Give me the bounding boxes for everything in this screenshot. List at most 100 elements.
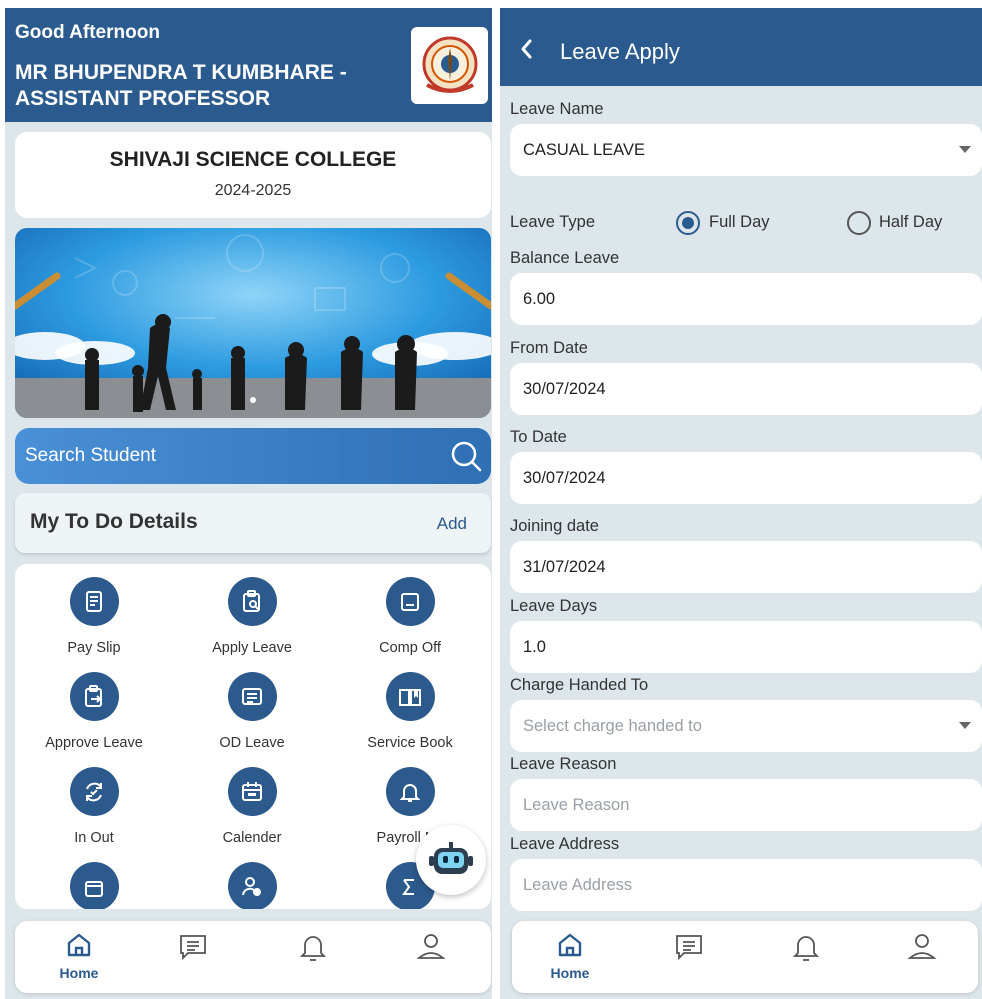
banner-carousel[interactable] [15, 228, 491, 418]
message-icon [180, 935, 206, 961]
tile-label: Approve Leave [45, 735, 143, 751]
half-day-label[interactable]: Half Day [879, 213, 942, 232]
full-day-label[interactable]: Full Day [709, 213, 770, 232]
home-header: Good Afternoon MR BHUPENDRA T KUMBHARE -… [5, 8, 492, 122]
nav-messages[interactable] [173, 931, 213, 985]
leave-address-label: Leave Address [510, 835, 620, 853]
tile-comp-off[interactable]: Comp Off [331, 577, 489, 656]
chatbot-button[interactable] [416, 825, 486, 895]
leave-type-label: Leave Type [510, 213, 596, 231]
tile-approve-leave[interactable]: Approve Leave [15, 672, 173, 751]
leave-reason-label: Leave Reason [510, 755, 617, 773]
academic-year: 2024-2025 [214, 182, 292, 199]
college-seal-icon [422, 36, 477, 93]
home-icon [67, 933, 91, 957]
chevron-down-icon [959, 722, 971, 729]
tile-partial[interactable] [15, 862, 173, 909]
calendar-icon [227, 767, 277, 816]
leave-address-placeholder: Leave Address [523, 876, 633, 894]
banner-image [15, 228, 491, 418]
joining-date-value: 31/07/2024 [523, 558, 606, 576]
chevron-down-icon [959, 146, 971, 153]
tile-service-book[interactable]: Service Book [331, 672, 489, 751]
from-date-value: 30/07/2024 [523, 380, 606, 398]
nav-messages[interactable] [669, 931, 709, 985]
message-icon [676, 935, 702, 961]
in-out-icon [69, 767, 119, 816]
to-date-value: 30/07/2024 [523, 469, 606, 487]
nav-notifications[interactable] [293, 931, 333, 985]
joining-date-label: Joining date [510, 517, 599, 535]
leave-name-dropdown[interactable]: CASUAL LEAVE [510, 124, 982, 176]
charge-handed-label: Charge Handed To [510, 676, 649, 694]
tile-label: Pay Slip [67, 640, 121, 656]
todo-card: My To Do Details Add [15, 493, 491, 553]
leave-type-row: Leave Type Full Day Half Day [510, 208, 982, 238]
tile-calendar[interactable]: Calender [173, 767, 331, 846]
from-date-label: From Date [510, 339, 588, 357]
college-name: SHIVAJI SCIENCE COLLEGE [109, 148, 397, 171]
charge-handed-dropdown[interactable]: Select charge handed to [510, 700, 982, 752]
leave-days-field[interactable]: 1.0 [510, 621, 982, 673]
to-date-label: To Date [510, 428, 567, 446]
bottom-nav: Home [512, 921, 978, 993]
todo-add-button[interactable]: Add [437, 514, 467, 534]
nav-profile[interactable] [411, 931, 451, 985]
search-student-bar[interactable]: Search Student [15, 428, 491, 484]
tile-od-leave[interactable]: OD Leave [173, 672, 331, 751]
apply-leave-icon [227, 577, 277, 626]
nav-home[interactable]: Home [550, 931, 590, 985]
leave-name-value: CASUAL LEAVE [523, 141, 645, 159]
bottom-nav: Home [15, 921, 491, 993]
robot-icon [429, 842, 473, 874]
bell-icon [792, 936, 820, 961]
tile-label: OD Leave [219, 735, 285, 751]
to-date-field[interactable]: 30/07/2024 [510, 452, 982, 504]
user-name: MR BHUPENDRA T KUMBHARE - ASSISTANT PROF… [15, 61, 347, 110]
tile-label: In Out [74, 830, 114, 846]
leave-reason-input[interactable]: Leave Reason [510, 779, 982, 831]
leave-days-label: Leave Days [510, 597, 598, 615]
page-title: Leave Apply [560, 39, 680, 64]
nav-notifications[interactable] [786, 931, 826, 985]
half-day-radio[interactable] [847, 211, 871, 235]
tile-partial[interactable] [173, 862, 331, 909]
profile-icon [907, 934, 937, 959]
back-arrow-icon[interactable] [519, 38, 535, 60]
greeting-text: Good Afternoon [15, 22, 160, 43]
profile-icon [416, 934, 446, 959]
home-icon [558, 933, 582, 957]
joining-date-field[interactable]: 31/07/2024 [510, 541, 982, 593]
nav-profile[interactable] [902, 931, 942, 985]
balance-leave-field[interactable]: 6.00 [510, 273, 982, 325]
approve-leave-icon [69, 672, 119, 721]
tile-label: Comp Off [379, 640, 441, 656]
service-book-icon [385, 672, 435, 721]
screenshot-root: Good Afternoon MR BHUPENDRA T KUMBHARE -… [0, 0, 982, 999]
document-icon [69, 862, 119, 909]
from-date-field[interactable]: 30/07/2024 [510, 363, 982, 415]
leave-address-input[interactable]: Leave Address [510, 859, 982, 911]
payroll-bell-icon [385, 767, 435, 816]
leave-days-value: 1.0 [523, 638, 546, 656]
nav-home[interactable]: Home [59, 931, 99, 985]
search-icon[interactable] [449, 439, 483, 473]
tile-label: Service Book [367, 735, 453, 751]
od-leave-icon [227, 672, 277, 721]
full-day-radio[interactable] [676, 211, 700, 235]
pay-slip-icon [69, 577, 119, 626]
nav-home-label: Home [550, 965, 590, 981]
comp-off-icon [385, 577, 435, 626]
balance-leave-value: 6.00 [523, 290, 556, 308]
leave-reason-placeholder: Leave Reason [523, 796, 630, 814]
tile-apply-leave[interactable]: Apply Leave [173, 577, 331, 656]
tile-label: Calender [222, 830, 282, 846]
bell-icon [299, 936, 327, 961]
user-check-icon [227, 862, 277, 909]
leave-apply-header: Leave Apply [500, 8, 982, 86]
college-logo [411, 27, 488, 104]
home-screen: Good Afternoon MR BHUPENDRA T KUMBHARE -… [5, 8, 492, 999]
tile-in-out[interactable]: In Out [15, 767, 173, 846]
tile-pay-slip[interactable]: Pay Slip [15, 577, 173, 656]
charge-handed-placeholder: Select charge handed to [523, 717, 702, 735]
